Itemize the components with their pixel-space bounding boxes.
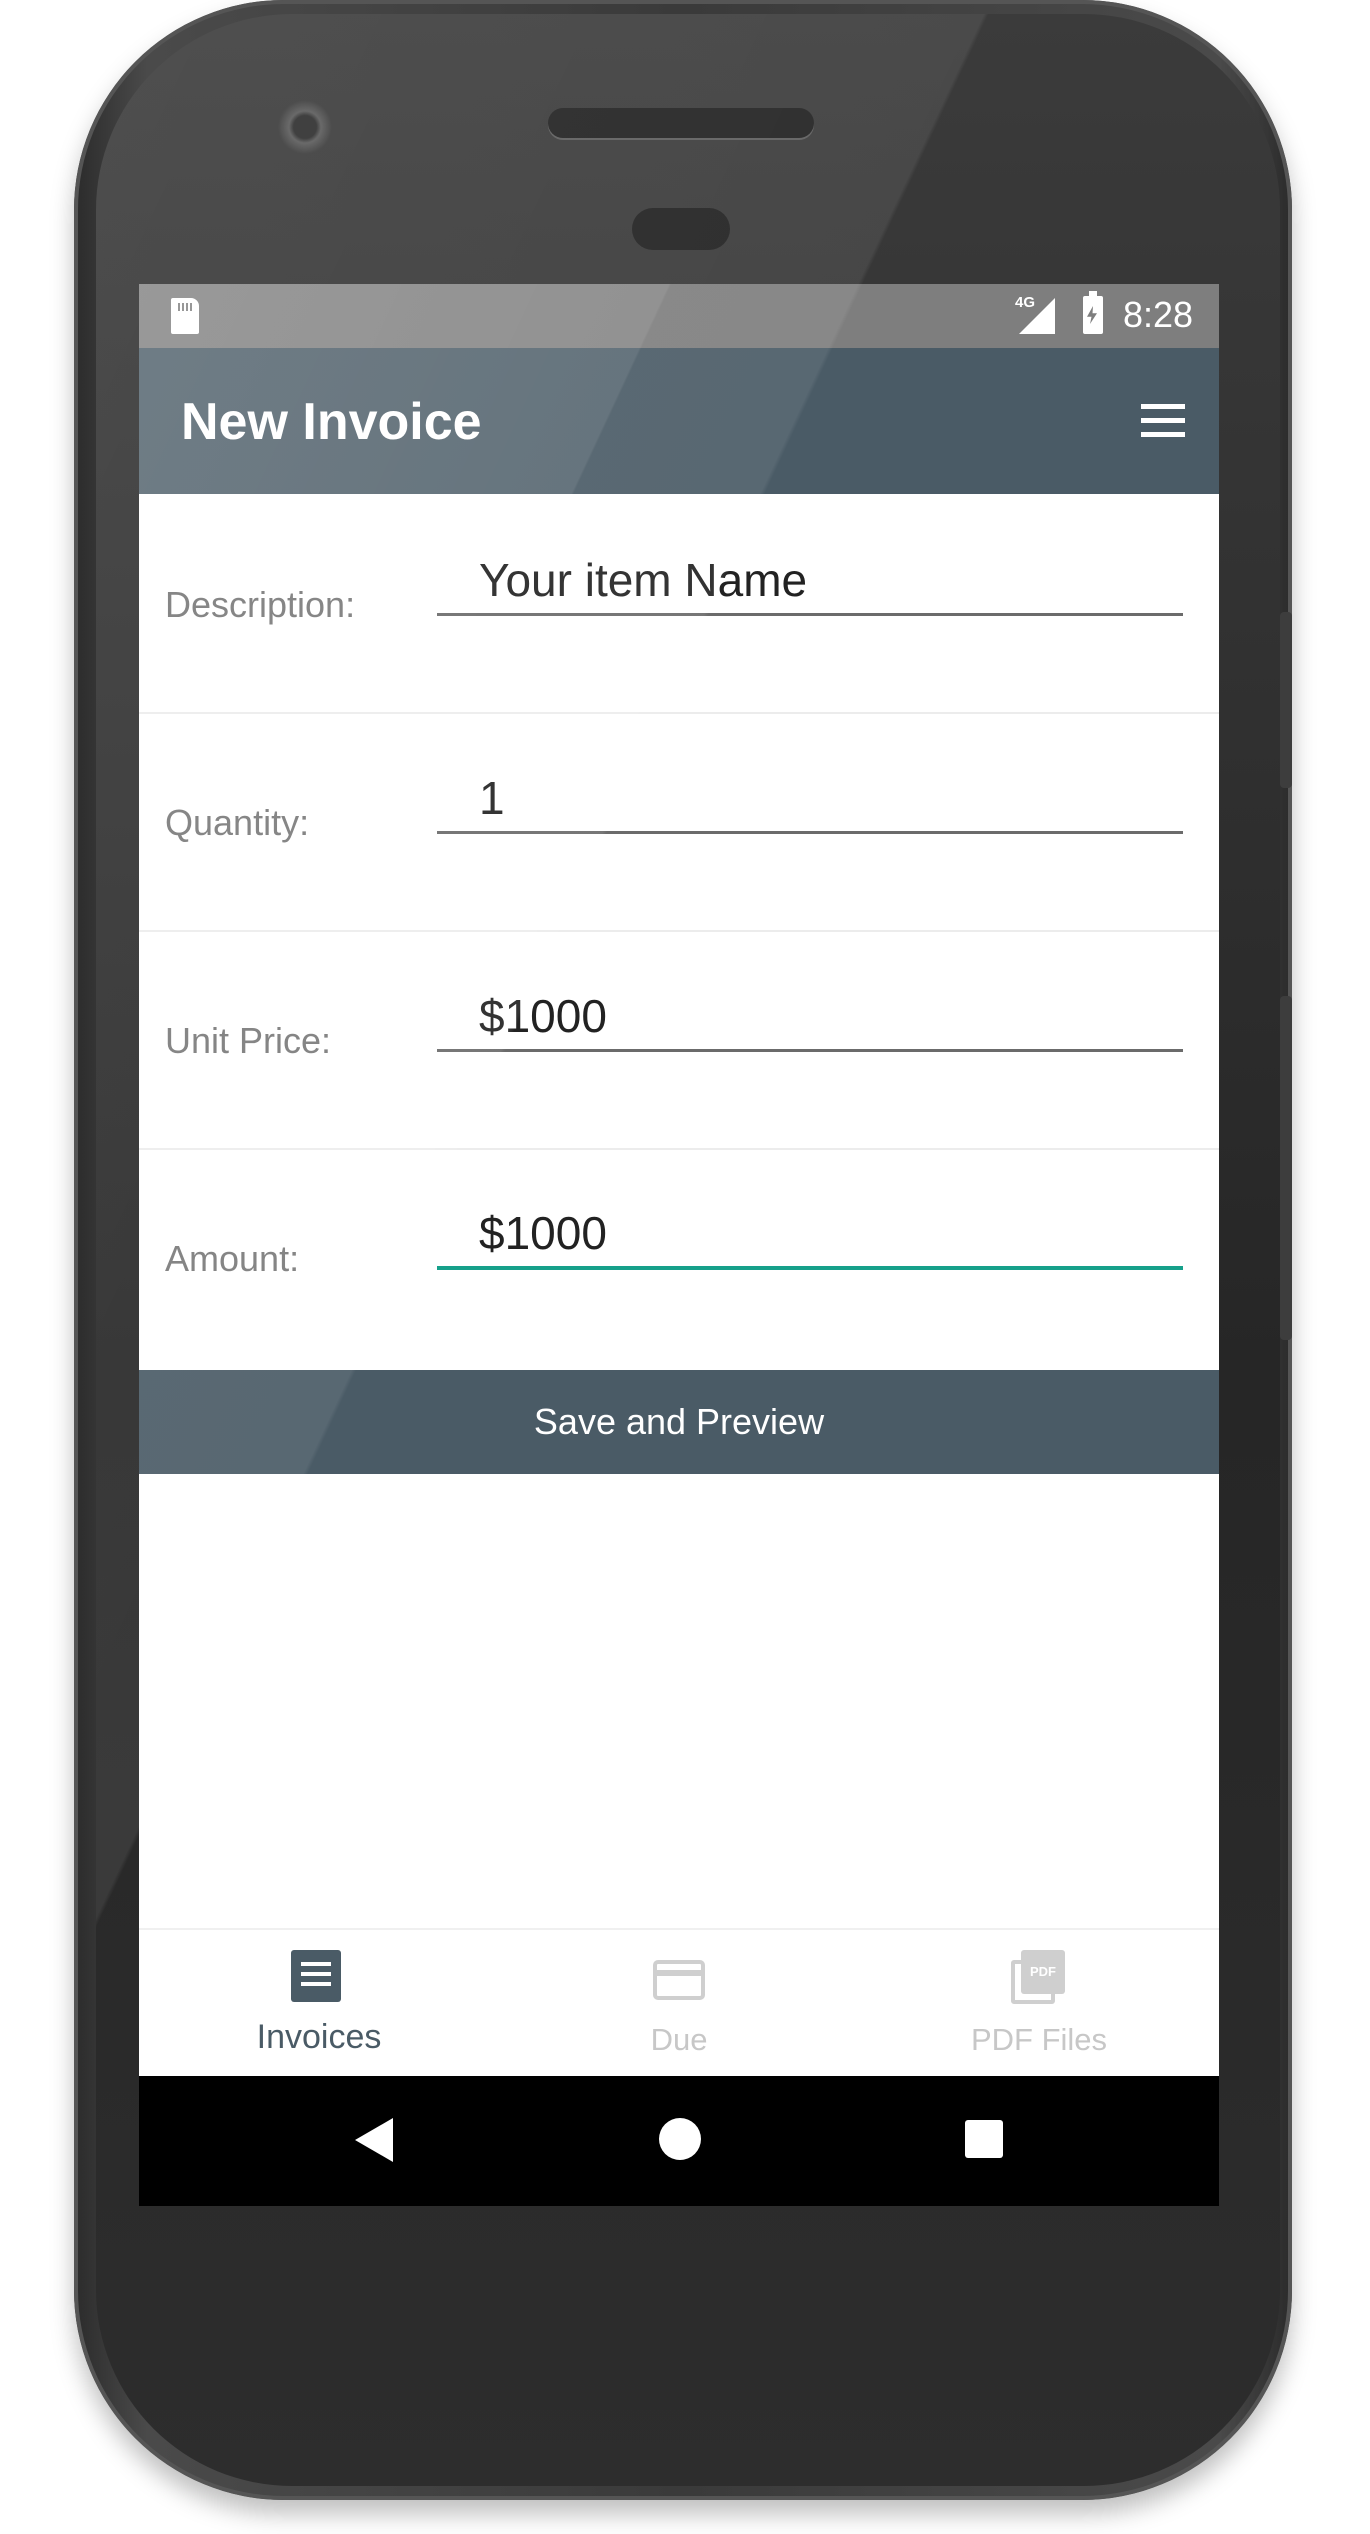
battery-charging-icon [1083, 291, 1103, 334]
proximity-sensor [632, 208, 730, 250]
earpiece-speaker [548, 108, 814, 138]
receipt-icon [291, 1950, 341, 2002]
nav-tab-invoices[interactable]: Invoices [139, 1930, 499, 2078]
unit-price-input[interactable] [437, 982, 1183, 1052]
nav-label-invoices: Invoices [256, 2018, 382, 2056]
pdf-files-icon: PDF [1011, 1950, 1065, 2004]
app-screen: 4G 8:28 New Invoice Description: Quantit… [139, 284, 1219, 2206]
front-camera [278, 100, 332, 154]
home-icon[interactable] [659, 2118, 701, 2160]
credit-card-icon [653, 1960, 705, 2000]
amount-input[interactable] [437, 1200, 1183, 1270]
nav-label-due: Due [650, 2022, 708, 2057]
quantity-row: Quantity: [139, 712, 1219, 932]
sd-card-icon [171, 298, 199, 334]
recent-apps-icon[interactable] [965, 2120, 1003, 2158]
status-bar: 4G 8:28 [139, 284, 1219, 348]
unit-price-label: Unit Price: [165, 1020, 332, 1061]
amount-label: Amount: [165, 1238, 300, 1279]
nav-tab-pdf-files[interactable]: PDF PDF Files [859, 1930, 1219, 2078]
quantity-input[interactable] [437, 764, 1183, 834]
volume-button [1280, 612, 1292, 788]
hamburger-menu-icon[interactable] [1141, 404, 1187, 440]
quantity-label: Quantity: [165, 802, 310, 843]
amount-row: Amount: [139, 1148, 1219, 1366]
description-label: Description: [165, 584, 356, 625]
network-type: 4G [1015, 294, 1036, 311]
nav-label-pdf-files: PDF Files [970, 2022, 1108, 2057]
status-clock: 8:28 [1123, 294, 1194, 335]
bottom-navigation: Invoices Due PDF PDF Files [139, 1928, 1219, 2078]
system-navigation-bar [139, 2076, 1219, 2206]
unit-price-row: Unit Price: [139, 930, 1219, 1150]
description-row: Description: [139, 494, 1219, 714]
description-input[interactable] [437, 546, 1183, 616]
save-and-preview-button[interactable]: Save and Preview [139, 1370, 1219, 1474]
page-title: New Invoice [181, 393, 482, 451]
back-icon[interactable] [355, 2118, 393, 2162]
power-button [1280, 996, 1292, 1340]
nav-tab-due[interactable]: Due [499, 1930, 859, 2078]
pdf-badge: PDF [1021, 1950, 1065, 1994]
app-bar: New Invoice [139, 348, 1219, 494]
